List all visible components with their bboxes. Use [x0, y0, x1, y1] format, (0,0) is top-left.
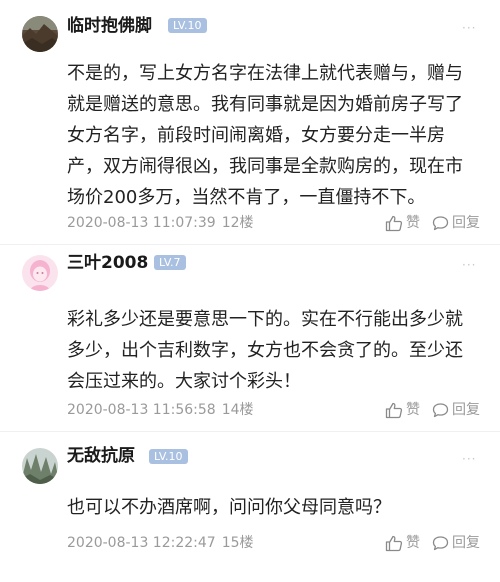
level-badge: LV.10: [149, 449, 188, 464]
comment-line: 彩礼多少还是要意思一下的。实在不行能出多少就: [67, 309, 463, 330]
thumbs-up-icon: [385, 535, 403, 551]
more-options-icon[interactable]: ···: [462, 259, 478, 271]
more-options-icon[interactable]: ···: [462, 22, 478, 34]
speech-bubble-icon: [432, 403, 449, 418]
like-label: 赞: [406, 215, 420, 231]
comment-body: 也可以不办酒席啊，问问你父母同意吗？: [67, 492, 477, 523]
comment-meta: 2020-08-13 11:07:39 12楼: [67, 214, 254, 232]
floor-number: 14楼: [221, 402, 254, 418]
reply-label: 回复: [452, 402, 480, 418]
like-label: 赞: [406, 535, 420, 551]
comment-item: 三叶2008 LV.7 ··· 彩礼多少还是要意思一下的。实在不行能出多少就 多…: [0, 245, 500, 432]
like-button[interactable]: 赞: [385, 214, 420, 232]
level-badge: LV.7: [154, 255, 186, 270]
comment-actions: 赞 回复: [373, 534, 480, 552]
floor-number: 15楼: [221, 535, 254, 551]
comment-line: 产，双方闹得很凶，我同事是全款购房的，现在市: [67, 156, 463, 177]
more-options-icon[interactable]: ···: [462, 453, 478, 465]
reply-label: 回复: [452, 535, 480, 551]
comment-item: 无敌抗原 LV.10 ··· 也可以不办酒席啊，问问你父母同意吗？ 2020-0…: [0, 432, 500, 582]
comment-meta: 2020-08-13 11:56:58 14楼: [67, 401, 254, 419]
comment-line: 不是的，写上女方名字在法律上就代表赠与，赠与: [67, 63, 463, 84]
comment-actions: 赞 回复: [373, 214, 480, 232]
thumbs-up-icon: [385, 402, 403, 418]
like-button[interactable]: 赞: [385, 534, 420, 552]
reply-button[interactable]: 回复: [432, 214, 480, 232]
level-badge: LV.10: [168, 18, 207, 33]
comment-line: 多少，出个吉利数字，女方也不会贪了的。至少还: [67, 340, 463, 361]
reply-button[interactable]: 回复: [432, 534, 480, 552]
avatar[interactable]: [22, 448, 58, 484]
comment-line: 场价200多万，当然不肯了，一直僵持不下。: [67, 187, 426, 208]
comment-line: 女方名字，前段时间闹离婚，女方要分走一半房: [67, 125, 445, 146]
mountain-avatar-icon: [22, 448, 58, 484]
comment-body: 彩礼多少还是要意思一下的。实在不行能出多少就 多少，出个吉利数字，女方也不会贪了…: [67, 304, 477, 397]
comment-meta: 2020-08-13 12:22:47 15楼: [67, 534, 254, 552]
comment-item: 临时抱佛脚 LV.10 ··· 不是的，写上女方名字在法律上就代表赠与，赠与 就…: [0, 0, 500, 245]
username[interactable]: 三叶2008: [67, 253, 148, 273]
reply-button[interactable]: 回复: [432, 401, 480, 419]
floor-number: 12楼: [221, 215, 254, 231]
speech-bubble-icon: [432, 216, 449, 231]
pink-cartoon-avatar-icon: [22, 255, 58, 291]
comment-line: 就是赠送的意思。我有同事就是因为婚前房子写了: [67, 94, 463, 115]
username[interactable]: 临时抱佛脚: [67, 16, 152, 36]
timestamp: 2020-08-13 11:07:39: [67, 215, 216, 231]
comment-actions: 赞 回复: [373, 401, 480, 419]
thumbs-up-icon: [385, 215, 403, 231]
username[interactable]: 无敌抗原: [67, 446, 135, 466]
like-button[interactable]: 赞: [385, 401, 420, 419]
comment-line: 会压过来的。大家讨个彩头！: [67, 371, 301, 392]
speech-bubble-icon: [432, 536, 449, 551]
avatar[interactable]: [22, 16, 58, 52]
landscape-avatar-icon: [22, 16, 58, 52]
reply-label: 回复: [452, 215, 480, 231]
avatar[interactable]: [22, 255, 58, 291]
like-label: 赞: [406, 402, 420, 418]
timestamp: 2020-08-13 11:56:58: [67, 402, 216, 418]
comment-line: 也可以不办酒席啊，问问你父母同意吗？: [67, 497, 391, 518]
comment-body: 不是的，写上女方名字在法律上就代表赠与，赠与 就是赠送的意思。我有同事就是因为婚…: [67, 58, 477, 213]
timestamp: 2020-08-13 12:22:47: [67, 535, 216, 551]
